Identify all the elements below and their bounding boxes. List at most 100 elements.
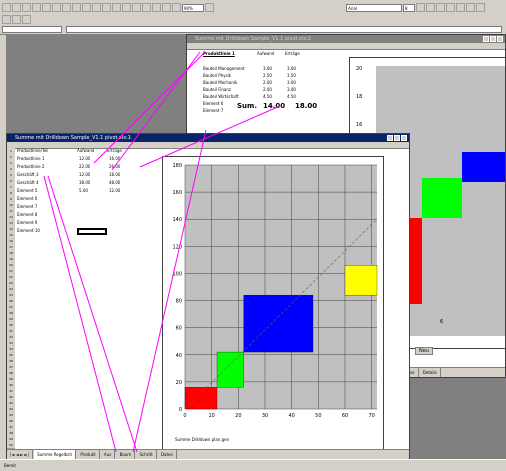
tool-a-icon[interactable] <box>2 15 11 24</box>
front-row-value[interactable]: 22.00 <box>79 164 90 170</box>
redo-icon[interactable] <box>102 3 111 12</box>
front-row-label[interactable]: Element 10 <box>17 228 40 234</box>
align-left-icon[interactable] <box>446 3 455 12</box>
minimize-icon[interactable] <box>483 36 489 42</box>
paste-icon[interactable] <box>82 3 91 12</box>
minimize-icon[interactable] <box>387 135 393 141</box>
italic-icon[interactable] <box>426 3 435 12</box>
undo-icon[interactable] <box>92 3 101 12</box>
align-right-icon[interactable] <box>466 3 475 12</box>
front-row-label[interactable]: Produktlinie 2 <box>17 164 44 170</box>
sum-label: Sum. <box>237 102 257 110</box>
drawing-icon[interactable] <box>172 3 181 12</box>
close-icon[interactable] <box>497 36 503 42</box>
back-new-button[interactable]: Neu <box>415 347 433 355</box>
front-header-cell[interactable]: Produktlinie/Teil <box>17 148 48 154</box>
front-tab[interactable]: Baum <box>117 450 136 459</box>
front-tab[interactable]: Daten <box>158 450 178 459</box>
front-row-label[interactable]: Produktlinie 1 <box>17 156 44 162</box>
front-row-value[interactable]: 5.00 <box>79 188 88 194</box>
row-number[interactable]: 50 <box>7 442 15 449</box>
function-icon[interactable] <box>132 3 141 12</box>
back-row-value[interactable]: 3.00 <box>287 66 296 72</box>
font-select[interactable]: Arial <box>346 3 402 12</box>
name-box[interactable] <box>2 26 62 33</box>
back-row-value[interactable]: 3.00 <box>263 66 272 72</box>
print-icon[interactable] <box>32 3 41 12</box>
back-row-value[interactable]: 2.00 <box>263 80 272 86</box>
back-row-value[interactable]: 2.50 <box>263 73 272 79</box>
front-row-value[interactable]: 38.00 <box>79 180 90 186</box>
back-header-cell[interactable]: Erträge <box>285 51 300 57</box>
sort-asc-icon[interactable] <box>142 3 151 12</box>
maximize-icon[interactable] <box>490 36 496 42</box>
back-row-value[interactable]: 3.50 <box>287 73 296 79</box>
back-row-label[interactable]: Element 7 <box>203 108 223 114</box>
front-row-value[interactable]: 18.00 <box>109 172 120 178</box>
copy-icon[interactable] <box>72 3 81 12</box>
back-row-value[interactable]: 4.50 <box>263 94 272 100</box>
chart-bar <box>216 351 244 388</box>
formula-input[interactable] <box>66 26 502 33</box>
autosum-icon[interactable] <box>122 3 131 12</box>
preview-icon[interactable] <box>42 3 51 12</box>
tool-b-icon[interactable] <box>12 15 21 24</box>
back-row-label[interactable]: Bauteil Finanz <box>203 87 231 93</box>
front-row-value[interactable]: 26.00 <box>109 164 120 170</box>
hyperlink-icon[interactable] <box>112 3 121 12</box>
front-row-label[interactable]: Element 7 <box>17 204 37 210</box>
front-tab[interactable]: Produkt <box>77 450 100 459</box>
tool-c-icon[interactable] <box>22 15 31 24</box>
sort-desc-icon[interactable] <box>152 3 161 12</box>
align-center-icon[interactable] <box>456 3 465 12</box>
front-row-value[interactable]: 12.00 <box>79 156 90 162</box>
help-icon[interactable] <box>205 3 214 12</box>
front-row-label[interactable]: Element 8 <box>17 212 37 218</box>
cut-icon[interactable] <box>62 3 71 12</box>
back-row-value[interactable]: 3.00 <box>287 80 296 86</box>
back-row-value[interactable]: 3.00 <box>287 87 296 93</box>
chart-bar <box>243 294 314 353</box>
front-workbook-window[interactable]: Summe mit Drilldown Sample_V1.1 pivot.xl… <box>6 133 410 460</box>
back-row-label[interactable]: Bauteil Management <box>203 66 245 72</box>
front-row-label[interactable]: Element 5 <box>17 188 37 194</box>
front-tab[interactable]: Schritt <box>136 450 157 459</box>
font-size-select[interactable]: 8 <box>403 3 415 12</box>
maximize-icon[interactable] <box>394 135 400 141</box>
back-row-label[interactable]: Bauteil Physik <box>203 73 231 79</box>
back-header-cell[interactable]: Aufwand <box>257 51 274 57</box>
front-chart[interactable]: 0 20 40 60 80 100 120 140 160 180 0 10 20 30 40 50 60 70 … <box>162 156 384 451</box>
zoom-select[interactable]: 90% <box>182 3 204 12</box>
front-row-value[interactable]: 48.00 <box>109 180 120 186</box>
front-header-cell[interactable]: Erträge <box>107 148 122 154</box>
front-row-value[interactable]: 12.00 <box>79 172 90 178</box>
back-row-label[interactable]: Element 6 <box>203 101 223 107</box>
front-row-value[interactable]: 12.00 <box>109 188 120 194</box>
bold-icon[interactable] <box>416 3 425 12</box>
front-row-label[interactable]: Geschäft 4 <box>17 180 39 186</box>
back-row-label[interactable]: Bauteil Wirtschaft <box>203 94 239 100</box>
front-row-label[interactable]: Element 9 <box>17 220 37 226</box>
back-row-value[interactable]: 2.00 <box>263 87 272 93</box>
back-header-cell[interactable]: Produktlinie 1 <box>203 51 235 57</box>
close-icon[interactable] <box>401 135 407 141</box>
front-tab[interactable]: Summe Regelbsh <box>34 450 77 459</box>
front-row-label[interactable]: Geschäft 3 <box>17 172 39 178</box>
back-row-value[interactable]: 4.50 <box>287 94 296 100</box>
back-tab[interactable]: Details <box>420 368 441 377</box>
spell-icon[interactable] <box>52 3 61 12</box>
new-icon[interactable] <box>2 3 11 12</box>
front-row-label[interactable]: Element 6 <box>17 196 37 202</box>
merge-icon[interactable] <box>476 3 485 12</box>
underline-icon[interactable] <box>436 3 445 12</box>
y-tick-label: 80 <box>176 299 182 305</box>
front-row-value[interactable]: 16.00 <box>109 156 120 162</box>
active-cell[interactable] <box>77 228 107 235</box>
open-icon[interactable] <box>12 3 21 12</box>
front-header-cell[interactable]: Aufwand <box>77 148 94 154</box>
tab-nav-arrows[interactable]: |◄ ◄ ► ►| <box>7 450 33 459</box>
save-icon[interactable] <box>22 3 31 12</box>
back-row-label[interactable]: Bauteil Mechanik <box>203 80 237 86</box>
chart-wizard-icon[interactable] <box>162 3 171 12</box>
front-tab[interactable]: Aus <box>101 450 116 459</box>
